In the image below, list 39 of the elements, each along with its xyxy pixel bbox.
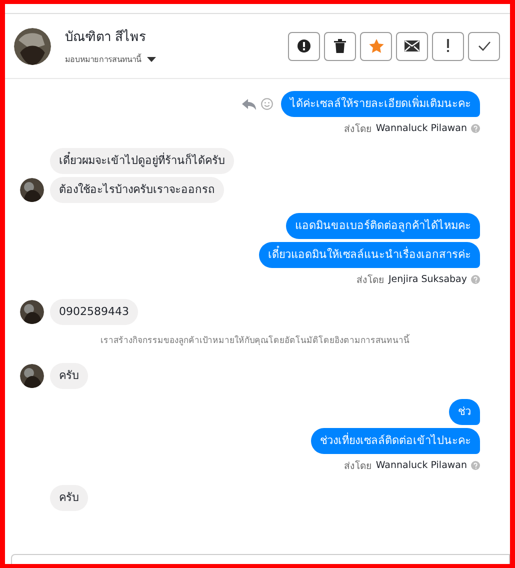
help-icon[interactable] [471, 275, 480, 284]
sender-name: Wannaluck Pilawan [376, 123, 467, 134]
mail-button[interactable] [396, 32, 428, 60]
message-bubble: ครับ [50, 485, 88, 511]
alert-button[interactable] [288, 32, 320, 60]
smiley-icon[interactable] [261, 98, 273, 110]
reply-icon[interactable] [242, 98, 256, 110]
exclaim-button[interactable] [432, 32, 464, 60]
trash-icon [334, 39, 346, 53]
contact-name: บัณฑิตา สีไพร [65, 28, 148, 47]
help-icon[interactable] [471, 124, 480, 133]
sender-name: Wannaluck Pilawan [376, 460, 467, 471]
message-bubble: ช่วงเที่ยงเซลล์ติดต่อเข้าไปนะคะ [311, 428, 480, 454]
star-button[interactable] [360, 32, 392, 60]
message-bubble: ต้องใช้อะไรบ้างครับเราจะออกรถ [50, 177, 224, 203]
sender-prefix: ส่งโดย [344, 459, 372, 473]
help-icon[interactable] [471, 461, 480, 470]
caret-icon[interactable] [147, 57, 156, 62]
message-bubble: ครับ [50, 363, 88, 389]
sender-name: Jenjira Suksabay [388, 274, 467, 285]
system-note: เราสร้างกิจกรรมของลูกค้าเป้าหมายให้กับคุณโดยอัตโนมัติโดยอิงตามการสนทนานี้ [100, 333, 411, 347]
message-bubble: เดี๋ยวแอดมินให้เซลล์แนะนำเรื่องเอกสารค่ะ [259, 242, 480, 268]
message-bubble: แอดมินขอเบอร์ติดต่อลูกค้าได้ไหมคะ [286, 213, 480, 239]
composer-field[interactable] [11, 554, 510, 564]
exclamation-icon [446, 39, 450, 53]
assign-conversation-link[interactable]: มอบหมายการสนทนานี้ [65, 53, 141, 66]
trash-button[interactable] [324, 32, 356, 60]
mail-icon [404, 40, 420, 52]
star-icon [368, 39, 384, 53]
sender-prefix: ส่งโดย [344, 122, 372, 136]
message-bubble: 0902589443 [50, 299, 138, 325]
contact-photo [14, 28, 51, 64]
message-bubble: ได้ค่ะเซลล์ให้รายละเอียดเพิ่มเติมนะคะ [281, 91, 480, 117]
check-icon [478, 41, 490, 51]
message-bubble: ช่ว [449, 399, 480, 425]
alert-icon [297, 39, 311, 53]
sender-prefix: ส่งโดย [356, 273, 384, 287]
check-button[interactable] [468, 32, 500, 60]
message-bubble: เดี๋ยวผมจะเข้าไปดูอยู่ที่ร้านก็ได้ครับ [50, 148, 234, 174]
